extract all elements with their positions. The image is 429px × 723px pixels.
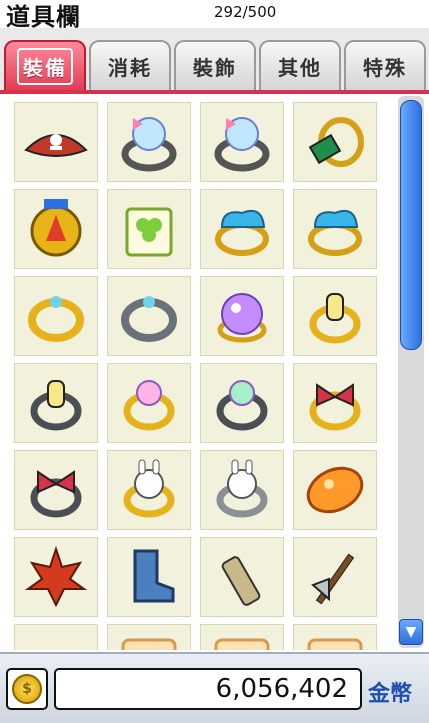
item-slot[interactable] <box>14 624 98 650</box>
bunny-ring-gold-icon <box>123 459 175 518</box>
tab-bar: 裝備 消耗 裝飾 其他 特殊 <box>0 28 429 92</box>
card-item-icon <box>121 638 177 650</box>
blue-boot-icon <box>133 549 175 603</box>
item-slot[interactable] <box>200 276 284 356</box>
potion-ring-dark-icon <box>30 380 82 431</box>
item-slot[interactable] <box>200 450 284 530</box>
coin-icon: $ <box>12 674 42 704</box>
item-slot[interactable] <box>293 189 377 269</box>
tab-equip[interactable]: 裝備 <box>4 40 86 90</box>
maple-leaf-icon <box>24 545 88 608</box>
item-slot[interactable] <box>14 276 98 356</box>
orange-gem-icon <box>306 466 364 514</box>
money-label: 金幣 <box>368 682 413 707</box>
medal-icon <box>30 199 82 257</box>
item-slot[interactable] <box>107 276 191 356</box>
ribbon-ring-icon <box>309 383 361 431</box>
dark-item-icon <box>20 628 92 650</box>
item-slot[interactable] <box>200 189 284 269</box>
scrollbar-thumb[interactable] <box>400 100 422 350</box>
clover-badge-icon <box>125 207 173 257</box>
crystal-ring-pink-icon <box>214 117 270 172</box>
emerald-ring-icon <box>308 117 364 167</box>
tab-consume[interactable]: 消耗 <box>89 40 171 90</box>
item-grid <box>0 94 400 650</box>
item-slot[interactable] <box>14 102 98 182</box>
tab-decor[interactable]: 裝飾 <box>174 40 256 90</box>
item-slot[interactable] <box>293 276 377 356</box>
tab-other[interactable]: 其他 <box>259 40 341 90</box>
item-slot[interactable] <box>107 537 191 617</box>
tab-special[interactable]: 特殊 <box>344 40 426 90</box>
ribbon-ring-dark-icon <box>30 470 82 518</box>
scrollbar-track[interactable]: ▼ <box>398 96 424 648</box>
item-slot[interactable] <box>200 624 284 650</box>
item-slot[interactable] <box>200 102 284 182</box>
item-slot[interactable] <box>107 102 191 182</box>
item-slot[interactable] <box>14 450 98 530</box>
axe-icon <box>311 553 355 605</box>
cloud-ring-icon <box>215 209 269 256</box>
item-slot[interactable] <box>107 624 191 650</box>
item-slot[interactable] <box>14 537 98 617</box>
scroll-down-button[interactable]: ▼ <box>399 619 423 645</box>
tab-consume-label: 消耗 <box>108 55 152 80</box>
potion-ring-icon <box>309 293 361 344</box>
money-amount: 6,056,402 <box>54 668 362 710</box>
item-slot[interactable] <box>293 624 377 650</box>
item-slot[interactable] <box>107 189 191 269</box>
item-slot[interactable] <box>107 363 191 443</box>
item-slot[interactable] <box>200 363 284 443</box>
inventory-header: 道具欄 292/500 <box>0 0 429 31</box>
gold-ring-icon <box>28 296 84 342</box>
card-item-icon <box>307 638 363 650</box>
rainbow-ring-gold-icon <box>123 380 175 431</box>
bunny-ring-silver-icon <box>216 459 268 518</box>
inventory-capacity: 292/500 <box>214 3 277 21</box>
cloud-ring-icon <box>308 209 362 256</box>
silver-ring-icon <box>121 296 177 342</box>
tab-equip-label: 裝備 <box>17 47 73 85</box>
crystal-ring-pink-icon <box>121 117 177 172</box>
chevron-down-icon: ▼ <box>405 624 417 640</box>
pirate-hat-icon <box>24 134 88 157</box>
coin-glyph: $ <box>22 681 32 697</box>
card-item-icon <box>214 638 270 650</box>
item-slot[interactable] <box>14 363 98 443</box>
item-slot[interactable] <box>107 450 191 530</box>
item-slot[interactable] <box>14 189 98 269</box>
item-slot[interactable] <box>293 102 377 182</box>
item-slot[interactable] <box>200 537 284 617</box>
rainbow-ring-silver-icon <box>216 380 268 431</box>
item-slot[interactable] <box>293 450 377 530</box>
magic-orb-icon <box>217 293 267 343</box>
money-footer: $ 6,056,402 金幣 <box>0 652 429 723</box>
tab-decor-label: 裝飾 <box>193 55 237 80</box>
item-slot[interactable] <box>293 537 377 617</box>
bullet-icon <box>221 556 261 606</box>
tab-special-label: 特殊 <box>363 55 407 80</box>
tab-other-label: 其他 <box>278 55 322 80</box>
item-slot[interactable] <box>293 363 377 443</box>
